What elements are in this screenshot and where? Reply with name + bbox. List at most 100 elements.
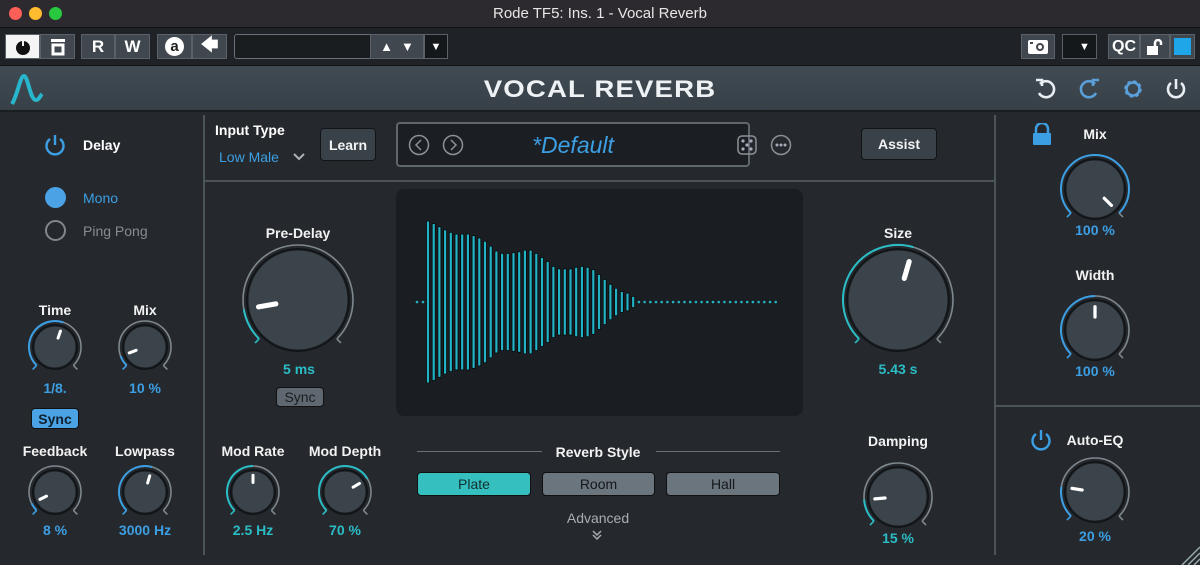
waveform-dot (734, 300, 738, 304)
waveform-bar (460, 233, 465, 371)
preset-field[interactable] (234, 34, 371, 59)
advanced-toggle[interactable]: Advanced (567, 510, 629, 526)
mod-depth-knob[interactable] (317, 464, 373, 531)
reverb-style-label: Reverb Style (555, 444, 641, 460)
plugin-title: VOCAL REVERB (483, 76, 717, 103)
next-preset-icon[interactable]: ▼ (401, 39, 414, 54)
knob-body (33, 470, 77, 514)
size-knob[interactable] (841, 243, 955, 368)
power-icon (15, 38, 30, 55)
waveform-dot (757, 300, 760, 304)
waveform-bar (431, 223, 436, 381)
input-type-value: Low Male (219, 149, 279, 165)
waveform-dot (751, 300, 755, 304)
waveform-bar (471, 235, 476, 369)
unlock-icon (1147, 38, 1163, 55)
pre-delay-knob[interactable] (241, 243, 355, 368)
arrow-left-button[interactable]: 🡄 (192, 34, 227, 59)
width-label: Width (1075, 267, 1115, 283)
knob-pointer (873, 496, 887, 501)
waveform-bar (511, 252, 516, 352)
divider (656, 451, 780, 452)
divider (417, 451, 542, 452)
knob-end-tick (1118, 212, 1124, 218)
randomize-dice-icon[interactable] (736, 134, 758, 156)
assist-button[interactable]: Assist (861, 128, 937, 160)
waveform-dot (421, 300, 425, 304)
knob-pointer (146, 474, 152, 485)
ping-pong-radio[interactable] (45, 220, 66, 241)
read-automation-button[interactable]: R (81, 34, 115, 59)
prev-preset-icon[interactable]: ▲ (380, 39, 393, 54)
knob-body (33, 325, 77, 369)
style-hall-button[interactable]: Hall (666, 472, 780, 496)
delay-sync-button[interactable]: Sync (31, 408, 79, 429)
more-options-icon[interactable] (770, 134, 792, 156)
waveform-dot (637, 300, 641, 304)
preset-dropdown-button[interactable]: ▼ (424, 34, 448, 59)
qc-button[interactable]: QC (1108, 34, 1140, 59)
waveform-bar (466, 233, 470, 371)
power-icon[interactable] (1163, 76, 1189, 102)
knob-end-tick (1066, 353, 1072, 359)
knob-end-tick (230, 509, 236, 515)
style-plate-button[interactable]: Plate (417, 472, 531, 496)
resize-grip-icon[interactable] (1178, 543, 1200, 565)
waveform-bar (477, 237, 482, 367)
color-swatch-button[interactable] (1170, 34, 1195, 59)
knob-end-tick (1118, 515, 1124, 521)
knob-body (123, 325, 167, 369)
knob-body (1065, 462, 1125, 522)
waveform-bar (517, 251, 522, 353)
waveform-bar (619, 291, 624, 313)
mono-label[interactable]: Mono (83, 190, 118, 206)
damping-label: Damping (868, 433, 928, 449)
write-automation-button[interactable]: W (115, 34, 150, 59)
lowpass-knob[interactable] (117, 464, 173, 531)
time-knob[interactable] (27, 319, 83, 386)
snapshot-button[interactable] (1021, 34, 1055, 59)
pre-delay-sync-button[interactable]: Sync (276, 387, 324, 407)
lock-icon[interactable] (1032, 123, 1052, 145)
undo-icon[interactable] (1033, 76, 1059, 102)
waveform-bar (505, 253, 510, 351)
compare-button[interactable] (40, 34, 75, 59)
bypass-power-button[interactable] (5, 34, 40, 59)
waveform-dot (745, 300, 749, 304)
unlock-button[interactable] (1140, 34, 1170, 59)
auto-eq-power-icon[interactable] (1029, 428, 1053, 452)
waveform-bar (631, 295, 636, 309)
redo-icon[interactable] (1076, 76, 1102, 102)
gear-icon[interactable] (1120, 76, 1146, 102)
reverb-decay-display (396, 189, 803, 416)
delay-mix-label: Mix (133, 302, 157, 318)
time-label: Time (38, 302, 72, 318)
mod-rate-knob[interactable] (225, 464, 281, 531)
waveform-bar (443, 229, 447, 375)
knob-end-tick (162, 509, 168, 515)
learn-button[interactable]: Learn (320, 128, 376, 161)
auto-eq-value: 20 % (1079, 528, 1111, 544)
feedback-knob[interactable] (27, 464, 83, 531)
ping-pong-label[interactable]: Ping Pong (83, 223, 148, 239)
style-room-button[interactable]: Room (542, 472, 655, 496)
delay-power-icon[interactable] (43, 133, 67, 157)
auto-eq-knob[interactable] (1059, 456, 1131, 539)
width-value: 100 % (1075, 363, 1115, 379)
size-label: Size (883, 225, 913, 241)
input-type-dropdown[interactable]: Low Male (219, 149, 305, 165)
knob-end-tick (32, 509, 38, 515)
host-toolbar: R W a 🡄 ▲ ▼ ▼ ▼ QC (0, 28, 1200, 66)
auto-button[interactable]: a (157, 34, 192, 59)
preset-step-buttons[interactable]: ▲ ▼ (370, 34, 424, 59)
chevron-double-down-icon[interactable] (591, 529, 603, 541)
knob-end-tick (362, 509, 368, 515)
waveform-dot (677, 300, 681, 304)
knob-body (323, 470, 367, 514)
delay-mix-knob[interactable] (117, 319, 173, 386)
mono-radio[interactable] (45, 187, 66, 208)
waveform-bar (454, 233, 459, 371)
view-dropdown-button[interactable]: ▼ (1062, 34, 1097, 59)
waveform-bar (488, 245, 493, 359)
preset-name[interactable]: *Default (398, 132, 748, 159)
